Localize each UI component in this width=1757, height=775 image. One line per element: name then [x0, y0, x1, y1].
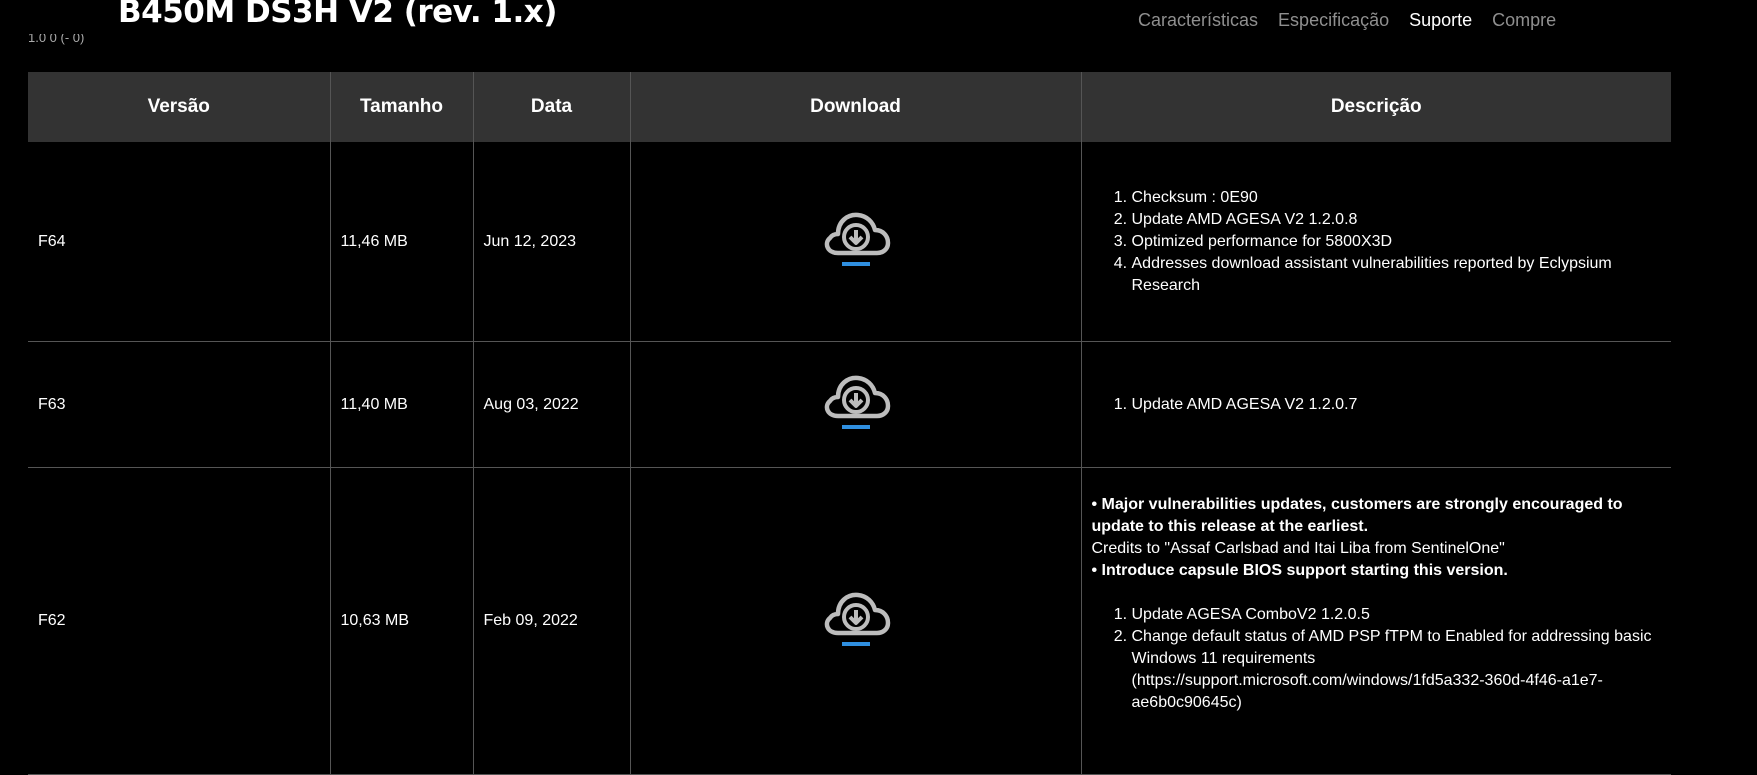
- description-cell: • Major vulnerabilities updates, custome…: [1080, 467, 1671, 775]
- list-item: Checksum : 0E90: [1132, 187, 1662, 209]
- top-nav: Características Especificação Suporte Co…: [1138, 10, 1556, 31]
- table-row: F63 11,40 MB Aug 03, 2022 Update AMD AGE…: [28, 341, 1671, 468]
- cloud-download-icon[interactable]: [820, 587, 892, 651]
- description-list: Update AGESA ComboV2 1.2.0.5 Change defa…: [1092, 604, 1662, 714]
- header-version: Versão: [28, 72, 330, 142]
- description-list: Update AMD AGESA V2 1.2.0.7: [1092, 394, 1662, 416]
- list-item: Optimized performance for 5800X3D: [1132, 231, 1662, 253]
- table-row: F64 11,46 MB Jun 12, 2023 Checksum : 0E9…: [28, 142, 1671, 342]
- description-bullet: • Major vulnerabilities updates, custome…: [1091, 496, 1623, 535]
- list-item: Change default status of AMD PSP fTPM to…: [1132, 626, 1662, 714]
- bios-download-table: Versão Tamanho Data Download Descrição F…: [28, 72, 1671, 775]
- header-description: Descrição: [1080, 72, 1671, 142]
- header-download: Download: [629, 72, 1081, 142]
- header-date: Data: [472, 72, 630, 142]
- nav-suporte[interactable]: Suporte: [1409, 10, 1472, 31]
- nav-especificacao[interactable]: Especificação: [1278, 10, 1389, 31]
- version-cell: F62: [28, 467, 330, 775]
- list-item: Update AMD AGESA V2 1.2.0.8: [1132, 209, 1662, 231]
- cloud-download-icon[interactable]: [820, 370, 892, 434]
- description-credits: Credits to "Assaf Carlsbad and Itai Liba…: [1091, 540, 1505, 557]
- description-bullet: • Introduce capsule BIOS support startin…: [1091, 562, 1508, 579]
- product-title: B450M DS3H V2 (rev. 1.x): [118, 0, 557, 30]
- list-item: Addresses download assistant vulnerabili…: [1132, 253, 1662, 297]
- version-cell: F63: [28, 341, 330, 468]
- description-list: Checksum : 0E90 Update AMD AGESA V2 1.2.…: [1092, 187, 1662, 297]
- cloud-download-icon[interactable]: [820, 207, 892, 271]
- download-cell: [629, 467, 1081, 775]
- date-cell: Aug 03, 2022: [472, 341, 630, 468]
- list-item: Update AMD AGESA V2 1.2.0.7: [1132, 394, 1662, 416]
- nav-caracteristicas[interactable]: Características: [1138, 10, 1258, 31]
- date-cell: Jun 12, 2023: [472, 142, 630, 342]
- size-cell: 11,46 MB: [329, 142, 473, 342]
- table-header-row: Versão Tamanho Data Download Descrição: [28, 72, 1671, 142]
- date-cell: Feb 09, 2022: [472, 467, 630, 775]
- download-cell: [629, 341, 1081, 468]
- download-cell: [629, 142, 1081, 342]
- partially-hidden-text: 1.0 0 (- 0): [28, 30, 85, 45]
- description-cell: Checksum : 0E90 Update AMD AGESA V2 1.2.…: [1080, 142, 1671, 342]
- list-item: Update AGESA ComboV2 1.2.0.5: [1132, 604, 1662, 626]
- header-size: Tamanho: [329, 72, 473, 142]
- table-row: F62 10,63 MB Feb 09, 2022 • Major vulner…: [28, 467, 1671, 775]
- size-cell: 11,40 MB: [329, 341, 473, 468]
- nav-compre[interactable]: Compre: [1492, 10, 1556, 31]
- version-cell: F64: [28, 142, 330, 342]
- description-cell: Update AMD AGESA V2 1.2.0.7: [1080, 341, 1671, 468]
- size-cell: 10,63 MB: [329, 467, 473, 775]
